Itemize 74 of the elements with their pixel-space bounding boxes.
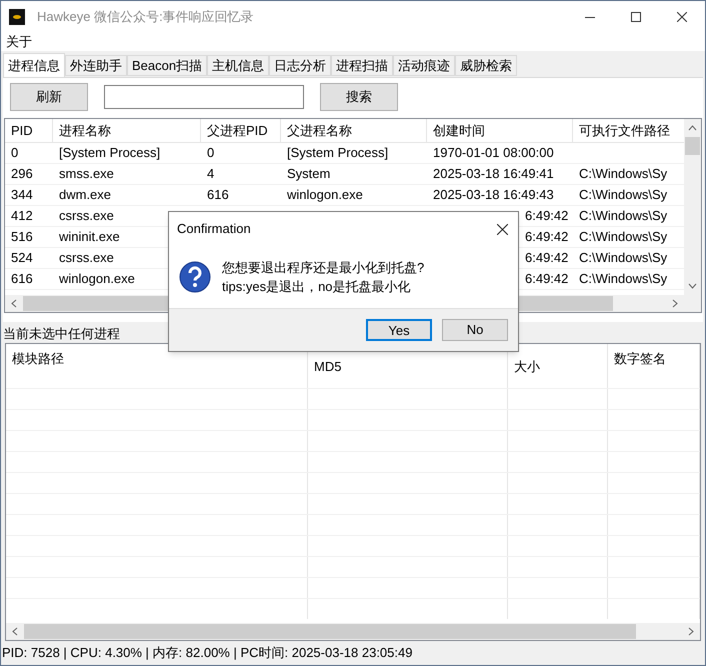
close-button[interactable] bbox=[494, 221, 510, 237]
horizontal-scrollbar[interactable] bbox=[6, 623, 700, 640]
dialog-button[interactable]: Yes bbox=[366, 319, 432, 341]
table-cell: wininit.exe bbox=[59, 229, 120, 244]
menu-item[interactable]: 关于 bbox=[1, 32, 37, 52]
table-cell: C:\Windows\Sy bbox=[579, 166, 668, 182]
column-header[interactable]: 父进程名称 bbox=[287, 120, 352, 140]
tab[interactable]: 主机信息 bbox=[207, 55, 270, 76]
table-cell: smss.exe bbox=[59, 166, 114, 182]
table-cell: System bbox=[287, 166, 330, 182]
table-cell: 616 bbox=[207, 187, 229, 202]
table-cell: 6:49:42 bbox=[525, 229, 568, 244]
column-header[interactable]: 数字签名 bbox=[614, 351, 666, 366]
tab[interactable]: 外连助手 bbox=[65, 55, 127, 76]
table-cell: 296 bbox=[11, 166, 33, 182]
close-icon bbox=[677, 12, 687, 22]
table-cell: winlogon.exe bbox=[287, 187, 363, 202]
table-cell: C:\Windows\Sy bbox=[579, 250, 668, 266]
table-cell: 0 bbox=[207, 145, 214, 160]
question-icon bbox=[179, 261, 211, 293]
search-field[interactable] bbox=[104, 85, 304, 109]
table-cell: C:\Windows\Sy bbox=[579, 271, 668, 286]
vertical-scrollbar[interactable] bbox=[684, 119, 701, 295]
selection-label: 当前未选中任何进程 bbox=[2, 324, 120, 342]
tab[interactable]: 活动痕迹 bbox=[393, 55, 456, 76]
table-cell: 6:49:42 bbox=[525, 208, 568, 224]
window-title: Hawkeye 微信公众号:事件响应回忆录 bbox=[37, 8, 254, 26]
maximize-icon bbox=[631, 12, 641, 22]
dialog-title: Confirmation bbox=[177, 220, 251, 238]
scrollbar-thumb[interactable] bbox=[685, 137, 700, 155]
table-cell: 524 bbox=[11, 250, 33, 266]
app-icon bbox=[9, 9, 25, 25]
column-header[interactable]: PID bbox=[11, 120, 33, 140]
table-cell: 344 bbox=[11, 187, 33, 202]
dialog-message: tips:yes是退出，no是托盘最小化 bbox=[222, 278, 412, 296]
tab[interactable]: 进程扫描 bbox=[331, 55, 394, 76]
table-cell: 2025-03-18 16:49:41 bbox=[433, 166, 554, 182]
table-cell: C:\Windows\Sy bbox=[579, 208, 668, 224]
table-cell: dwm.exe bbox=[59, 187, 112, 202]
dialog-message: 您想要退出程序还是最小化到托盘? bbox=[222, 259, 424, 277]
table-cell: 6:49:42 bbox=[525, 271, 568, 286]
table-cell: [System Process] bbox=[287, 145, 388, 160]
table-cell: csrss.exe bbox=[59, 250, 114, 266]
close-icon bbox=[496, 224, 508, 234]
table-cell: 1970-01-01 08:00:00 bbox=[433, 145, 554, 160]
dialog-button[interactable]: No bbox=[442, 319, 508, 341]
table-cell: C:\Windows\Sy bbox=[579, 229, 668, 244]
table-cell: C:\Windows\Sy bbox=[579, 187, 668, 202]
column-header[interactable]: 进程名称 bbox=[59, 120, 111, 140]
column-header[interactable]: 大小 bbox=[514, 359, 540, 374]
refresh-button[interactable]: 刷新 bbox=[10, 83, 88, 111]
table-cell: csrss.exe bbox=[59, 208, 114, 224]
search-button[interactable]: 搜索 bbox=[320, 83, 398, 111]
tab[interactable]: 威胁检索 bbox=[455, 55, 518, 76]
minimize-icon bbox=[585, 16, 595, 18]
status-text: PID: 7528 | CPU: 4.30% | 内存: 82.00% | PC时间: 2025-03-18 23:05:49 bbox=[1, 644, 412, 662]
column-header[interactable]: 父进程PID bbox=[207, 120, 268, 140]
column-header[interactable]: 模块路径 bbox=[12, 351, 64, 366]
scrollbar-thumb[interactable] bbox=[24, 624, 636, 639]
table-cell: 6:49:42 bbox=[525, 250, 568, 266]
column-header[interactable]: MD5 bbox=[314, 359, 342, 374]
tab[interactable]: 进程信息 bbox=[3, 53, 65, 77]
table-cell: 0 bbox=[11, 145, 18, 160]
table-cell: 516 bbox=[11, 229, 33, 244]
table-cell: 4 bbox=[207, 166, 214, 182]
table-cell: [System Process] bbox=[59, 145, 160, 160]
tab[interactable]: Beacon扫描 bbox=[127, 55, 208, 76]
column-header[interactable]: 可执行文件路径 bbox=[579, 120, 670, 140]
tab[interactable]: 日志分析 bbox=[269, 55, 332, 76]
table-cell: 412 bbox=[11, 208, 33, 224]
table-cell: winlogon.exe bbox=[59, 271, 135, 286]
column-header[interactable]: 创建时间 bbox=[433, 120, 485, 140]
table-cell: 2025-03-18 16:49:43 bbox=[433, 187, 554, 202]
table-cell: 616 bbox=[11, 271, 33, 286]
